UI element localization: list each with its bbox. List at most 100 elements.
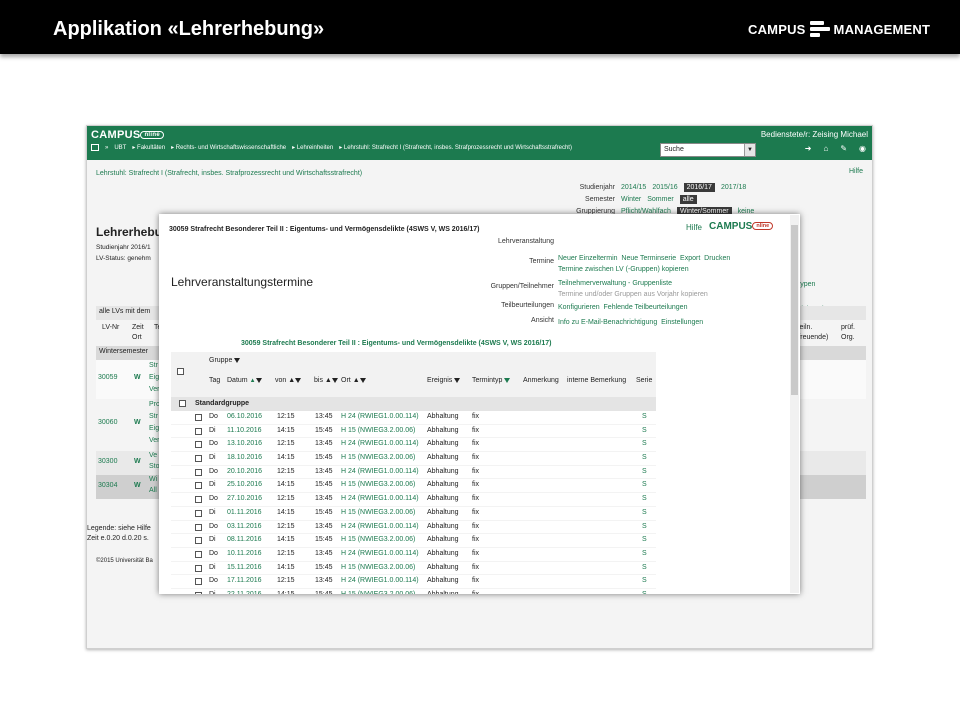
table-row[interactable]: Do 03.11.2016 12:15 13:45 H 24 (RWIEG1.0.00.… [171,521,656,535]
semester-option[interactable]: Sommer [647,196,673,203]
window-icon[interactable] [91,144,99,151]
campusonline-logo[interactable]: CAMPUS nline [91,129,164,141]
room-link[interactable]: H 24 (RWIEG1.0.00.114) [341,468,419,475]
breadcrumb-item[interactable]: ▸ Rechts- und Wirtschaftswissenschaftlic… [171,144,286,151]
col-von[interactable]: von ▲ [275,377,302,384]
help-link[interactable]: Hilfe [849,168,863,175]
table-row[interactable]: Do 17.11.2016 12:15 13:45 H 24 (RWIEG1.0.00.… [171,575,656,589]
series-link[interactable]: S [642,413,647,420]
room-link[interactable]: H 15 (NWIEG3.2.00.06) [341,427,415,434]
room-link[interactable]: H 24 (RWIEG1.0.00.114) [341,413,419,420]
logout-icon[interactable]: ➜ [805,144,812,153]
room-link[interactable]: H 24 (RWIEG1.0.00.114) [341,523,419,530]
date-cell[interactable]: 20.10.2016 [227,468,262,475]
date-cell[interactable]: 27.10.2016 [227,495,262,502]
room-link[interactable]: H 15 (NWIEG3.2.00.06) [341,481,415,488]
participants-link[interactable]: Teilnehmerverwaltung [558,280,626,287]
row-checkbox[interactable] [195,455,202,463]
table-row[interactable]: Di 25.10.2016 14:15 15:45 H 15 (NWIEG3.2.00.… [171,479,656,494]
row-checkbox[interactable] [195,427,202,435]
dialog-help-link[interactable]: Hilfe [686,223,702,232]
room-link[interactable]: H 24 (RWIEG1.0.00.114) [341,577,419,584]
room-link[interactable]: H 24 (RWIEG1.0.00.114) [341,495,419,502]
row-checkbox[interactable] [195,578,202,586]
row-checkbox[interactable] [195,564,202,572]
room-link[interactable]: H 15 (NWIEG3.2.00.06) [341,509,415,516]
new-single-date-link[interactable]: Neuer Einzeltermin [558,255,618,262]
room-link[interactable]: H 15 (NWIEG3.2.00.06) [341,536,415,543]
date-cell[interactable]: 13.10.2016 [227,440,262,447]
breadcrumb-item[interactable]: UBT [114,145,126,151]
series-link[interactable]: S [642,523,647,530]
table-row[interactable]: Di 11.10.2016 14:15 15:45 H 15 (NWIEG3.2.00.… [171,425,656,439]
date-cell[interactable]: 03.11.2016 [227,523,262,530]
date-cell[interactable]: 15.11.2016 [227,564,262,571]
date-cell[interactable]: 22.11.2016 [227,591,262,594]
year-option-selected[interactable]: 2016/17 [683,183,715,192]
table-row[interactable]: Do 10.11.2016 12:15 13:45 H 24 (RWIEG1.0.00.… [171,548,656,562]
series-link[interactable]: S [642,536,647,543]
print-link[interactable]: Drucken [704,255,730,262]
room-link[interactable]: H 15 (NWIEG3.2.00.06) [341,454,415,461]
series-link[interactable]: S [642,577,647,584]
series-link[interactable]: S [642,591,647,594]
dashboard-icon[interactable]: ◉ [859,144,866,153]
export-link[interactable]: Export [680,255,700,262]
year-option[interactable]: 2017/18 [721,184,746,191]
group-checkbox[interactable] [179,400,186,407]
breadcrumb-item[interactable]: ▸ Lehrstuhl: Strafrecht I (Strafrecht, i… [339,144,572,151]
date-cell[interactable]: 01.11.2016 [227,509,262,516]
room-link[interactable]: H 24 (RWIEG1.0.00.114) [341,550,419,557]
series-link[interactable]: S [642,481,647,488]
table-row[interactable]: Di 15.11.2016 14:15 15:45 H 15 (NWIEG3.2.00.… [171,562,656,576]
date-cell[interactable]: 25.10.2016 [227,481,262,488]
copy-dates-link[interactable]: Termine zwischen LV (-Gruppen) kopieren [558,266,689,273]
room-link[interactable]: H 15 (NWIEG3.2.00.06) [341,564,415,571]
row-checkbox[interactable] [195,591,202,594]
table-row[interactable]: Do 13.10.2016 12:15 13:45 H 24 (RWIEG1.0.00.… [171,438,656,453]
missing-assessments-link[interactable]: Fehlende Teilbeurteilungen [604,304,688,311]
group-list-link[interactable]: Gruppenliste [632,280,672,287]
table-row[interactable]: Do 06.10.2016 12:15 13:45 H 24 (RWIEG1.0.00.… [171,411,656,425]
year-option[interactable]: 2015/16 [652,184,677,191]
col-ort[interactable]: Ort ▲ [341,377,366,384]
year-option[interactable]: 2014/15 [621,184,646,191]
series-link[interactable]: S [642,454,647,461]
filter-icon[interactable] [234,357,241,363]
series-link[interactable]: S [642,564,647,571]
col-ereignis[interactable]: Ereignis [427,377,461,384]
series-link[interactable]: S [642,495,647,502]
configure-link[interactable]: Konfigurieren [558,304,600,311]
row-checkbox[interactable] [195,441,202,449]
table-row[interactable]: Di 01.11.2016 14:15 15:45 H 15 (NWIEG3.2.00.… [171,507,656,521]
row-checkbox[interactable] [195,523,202,531]
breadcrumb-item[interactable]: ▸ Lehreinheiten [292,144,333,151]
settings-link[interactable]: Einstellungen [661,319,703,326]
table-row[interactable]: Do 27.10.2016 12:15 13:45 H 24 (RWIEG1.0.00.… [171,493,656,507]
series-link[interactable]: S [642,427,647,434]
chevron-down-icon[interactable]: ▼ [744,144,755,156]
gruppe-header[interactable]: Gruppe [209,357,241,364]
date-cell[interactable]: 11.10.2016 [227,427,262,434]
table-row[interactable]: Di 18.10.2016 14:15 15:45 H 15 (NWIEG3.2.00.… [171,452,656,466]
breadcrumb-item[interactable]: ▸ Fakultäten [132,144,165,151]
select-all-checkbox[interactable] [177,368,184,375]
room-link[interactable]: H 15 (NWIEG3.2.00.06) [341,591,415,594]
series-link[interactable]: S [642,509,647,516]
semester-option[interactable]: Winter [621,196,641,203]
series-link[interactable]: S [642,440,647,447]
table-row[interactable]: Do 20.10.2016 12:15 13:45 H 24 (RWIEG1.0.00.… [171,466,656,480]
scrollbar-thumb[interactable] [791,225,798,395]
row-checkbox[interactable] [195,509,202,517]
col-datum[interactable]: Datum ▲ [227,377,262,384]
date-cell[interactable]: 08.11.2016 [227,536,262,543]
row-checkbox[interactable] [195,468,202,476]
date-cell[interactable]: 18.10.2016 [227,454,262,461]
home-icon[interactable]: ⌂ [823,144,828,153]
row-checkbox[interactable] [195,414,202,421]
edit-icon[interactable]: ✎ [840,144,847,153]
row-checkbox[interactable] [195,537,202,545]
row-checkbox[interactable] [195,550,202,558]
table-row[interactable]: Di 08.11.2016 14:15 15:45 H 15 (NWIEG3.2.00.… [171,534,656,548]
date-cell[interactable]: 06.10.2016 [227,413,262,420]
